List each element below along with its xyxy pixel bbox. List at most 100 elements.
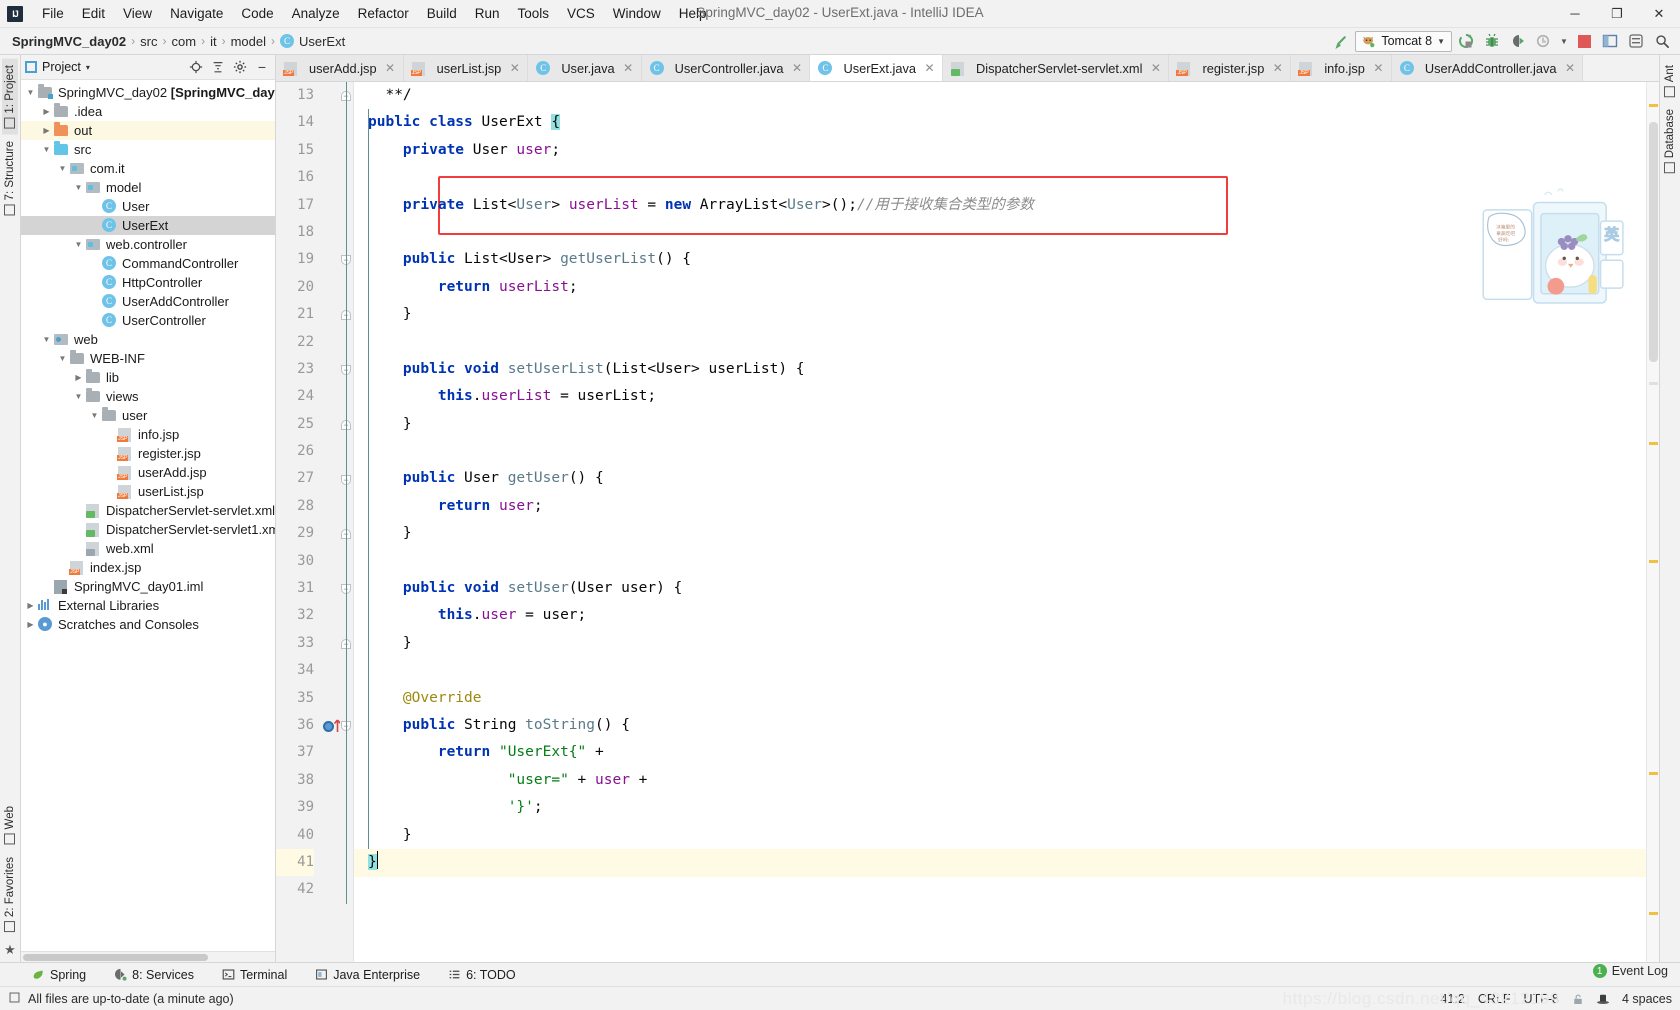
- close-tab-icon[interactable]: ✕: [1272, 61, 1283, 75]
- code-line[interactable]: this.userList = userList;: [368, 383, 1646, 410]
- menu-window[interactable]: Window: [604, 3, 670, 24]
- code-line[interactable]: [368, 657, 1646, 684]
- menu-navigate[interactable]: Navigate: [161, 3, 232, 24]
- favorites-star-icon[interactable]: ★: [4, 938, 16, 962]
- settings-icon[interactable]: [1624, 30, 1648, 52]
- chevron-down-icon[interactable]: ▼: [73, 239, 84, 250]
- code-line[interactable]: }: [368, 849, 1646, 876]
- project-tree[interactable]: ▼ SpringMVC_day02 [SpringMVC_day01] ▶ .idea…: [21, 80, 275, 951]
- tree-node-web.xml[interactable]: web.xml: [21, 539, 275, 558]
- minimize-button[interactable]: ─: [1554, 0, 1596, 28]
- tree-node-out[interactable]: ▶ out: [21, 121, 275, 140]
- close-tab-icon[interactable]: ✕: [509, 61, 520, 75]
- code-line[interactable]: public User getUser() {: [368, 465, 1646, 492]
- code-line[interactable]: return user;: [368, 493, 1646, 520]
- editor-tab-useradd-jsp[interactable]: userAdd.jsp ✕: [276, 55, 404, 81]
- tree-node-src[interactable]: ▼ src: [21, 140, 275, 159]
- tree-node-views[interactable]: ▼ views: [21, 387, 275, 406]
- breadcrumb-item-src[interactable]: src: [136, 33, 161, 50]
- menu-run[interactable]: Run: [466, 3, 509, 24]
- code-line[interactable]: public String toString() {: [368, 712, 1646, 739]
- code-line[interactable]: public class UserExt {: [368, 109, 1646, 136]
- tree-node-register.jsp[interactable]: register.jsp: [21, 444, 275, 463]
- editor-tab-dispatcherservlet-servlet-xml[interactable]: DispatcherServlet-servlet.xml ✕: [943, 55, 1170, 81]
- code-line[interactable]: public void setUserList(List<User> userL…: [368, 356, 1646, 383]
- menu-analyze[interactable]: Analyze: [283, 3, 349, 24]
- tool-window-terminal[interactable]: Terminal: [218, 966, 291, 984]
- menu-view[interactable]: View: [114, 3, 161, 24]
- hide-panel-icon[interactable]: −: [253, 58, 271, 76]
- search-icon[interactable]: [1650, 30, 1674, 52]
- tree-node-index.jsp[interactable]: index.jsp: [21, 558, 275, 577]
- unlocked-icon[interactable]: [1572, 993, 1583, 1005]
- close-button[interactable]: ✕: [1638, 0, 1680, 28]
- tool-window-6-todo[interactable]: 6: TODO: [444, 966, 520, 984]
- code-folding-gutter[interactable]: −−−−−−−−−−: [340, 82, 354, 962]
- breadcrumb-item-model[interactable]: model: [227, 33, 270, 50]
- editor-tab-userlist-jsp[interactable]: userList.jsp ✕: [403, 55, 529, 81]
- run-coverage-icon[interactable]: [1506, 30, 1530, 52]
- tree-node-lib[interactable]: ▶ lib: [21, 368, 275, 387]
- code-line[interactable]: @Override: [368, 685, 1646, 712]
- chevron-right-icon[interactable]: ▶: [41, 125, 52, 136]
- error-stripe-marker[interactable]: [1649, 560, 1658, 563]
- tree-node-dispatcherservlet-servlet1.xml[interactable]: DispatcherServlet-servlet1.xml: [21, 520, 275, 539]
- menu-build[interactable]: Build: [418, 3, 466, 24]
- chevron-down-icon[interactable]: ▼: [25, 87, 36, 98]
- editor-tab-info-jsp[interactable]: info.jsp ✕: [1291, 55, 1392, 81]
- breadcrumb-item-userext[interactable]: C UserExt: [276, 33, 349, 50]
- tree-node-dispatcherservlet-servlet.xml[interactable]: DispatcherServlet-servlet.xml: [21, 501, 275, 520]
- menu-vcs[interactable]: VCS: [558, 3, 604, 24]
- tree-node-springmvc-day01.iml[interactable]: SpringMVC_day01.iml: [21, 577, 275, 596]
- chevron-down-icon[interactable]: ▼: [73, 391, 84, 402]
- tree-node-useradd.jsp[interactable]: userAdd.jsp: [21, 463, 275, 482]
- caret-position[interactable]: 41:2: [1441, 992, 1465, 1006]
- tool-strip-button-web[interactable]: Web: [2, 800, 18, 850]
- chevron-down-icon[interactable]: ▼: [89, 410, 100, 421]
- code-line[interactable]: [368, 329, 1646, 356]
- tree-node-springmvc-day02[interactable]: ▼ SpringMVC_day02 [SpringMVC_day01]: [21, 83, 275, 102]
- collapse-all-icon[interactable]: [209, 58, 227, 76]
- menu-edit[interactable]: Edit: [73, 3, 114, 24]
- chevron-right-icon[interactable]: ▶: [73, 372, 84, 383]
- code-line[interactable]: }: [368, 822, 1646, 849]
- tree-node-httpcontroller[interactable]: C HttpController: [21, 273, 275, 292]
- code-line[interactable]: **/: [368, 82, 1646, 109]
- error-stripe-marker[interactable]: [1649, 772, 1658, 775]
- code-line[interactable]: }: [368, 301, 1646, 328]
- indent-setting[interactable]: 4 spaces: [1622, 992, 1672, 1006]
- chevron-down-icon[interactable]: ▼: [41, 334, 52, 345]
- close-tab-icon[interactable]: ✕: [1150, 61, 1161, 75]
- event-log-button[interactable]: 1 Event Log: [1592, 964, 1668, 978]
- build-icon[interactable]: [1454, 30, 1478, 52]
- code-line[interactable]: }: [368, 630, 1646, 657]
- chevron-down-icon[interactable]: ▼: [1437, 37, 1445, 46]
- code-line[interactable]: return "UserExt{" +: [368, 739, 1646, 766]
- chevron-right-icon[interactable]: ▶: [25, 619, 36, 630]
- tree-node-web.controller[interactable]: ▼ web.controller: [21, 235, 275, 254]
- close-tab-icon[interactable]: ✕: [385, 61, 396, 75]
- tool-strip-button-1-project[interactable]: 1: Project: [2, 59, 18, 135]
- editor-tab-user-java[interactable]: C User.java ✕: [528, 55, 642, 81]
- chevron-down-icon[interactable]: ▼: [57, 163, 68, 174]
- file-encoding[interactable]: UTF-8: [1524, 992, 1559, 1006]
- error-stripe-marker[interactable]: [1649, 104, 1658, 107]
- tree-node-external-libraries[interactable]: ▶ External Libraries: [21, 596, 275, 615]
- close-tab-icon[interactable]: ✕: [1373, 61, 1384, 75]
- chevron-down-icon[interactable]: ▼: [57, 353, 68, 364]
- debug-icon[interactable]: [1480, 30, 1504, 52]
- tree-node-userlist.jsp[interactable]: userList.jsp: [21, 482, 275, 501]
- code-line[interactable]: [368, 876, 1646, 903]
- error-stripe-marker-strip[interactable]: [1646, 82, 1659, 962]
- gear-icon[interactable]: [231, 58, 249, 76]
- code-line[interactable]: }: [368, 520, 1646, 547]
- project-horizontal-scrollbar[interactable]: [21, 951, 275, 962]
- menu-code[interactable]: Code: [232, 3, 282, 24]
- close-tab-icon[interactable]: ✕: [791, 61, 802, 75]
- tool-window-spring[interactable]: Spring: [28, 966, 90, 984]
- code-line[interactable]: '}';: [368, 794, 1646, 821]
- code-line[interactable]: [368, 219, 1646, 246]
- project-structure-icon[interactable]: [1598, 30, 1622, 52]
- profile-dropdown-icon[interactable]: ▼: [1558, 30, 1570, 52]
- maximize-button[interactable]: ❐: [1596, 0, 1638, 28]
